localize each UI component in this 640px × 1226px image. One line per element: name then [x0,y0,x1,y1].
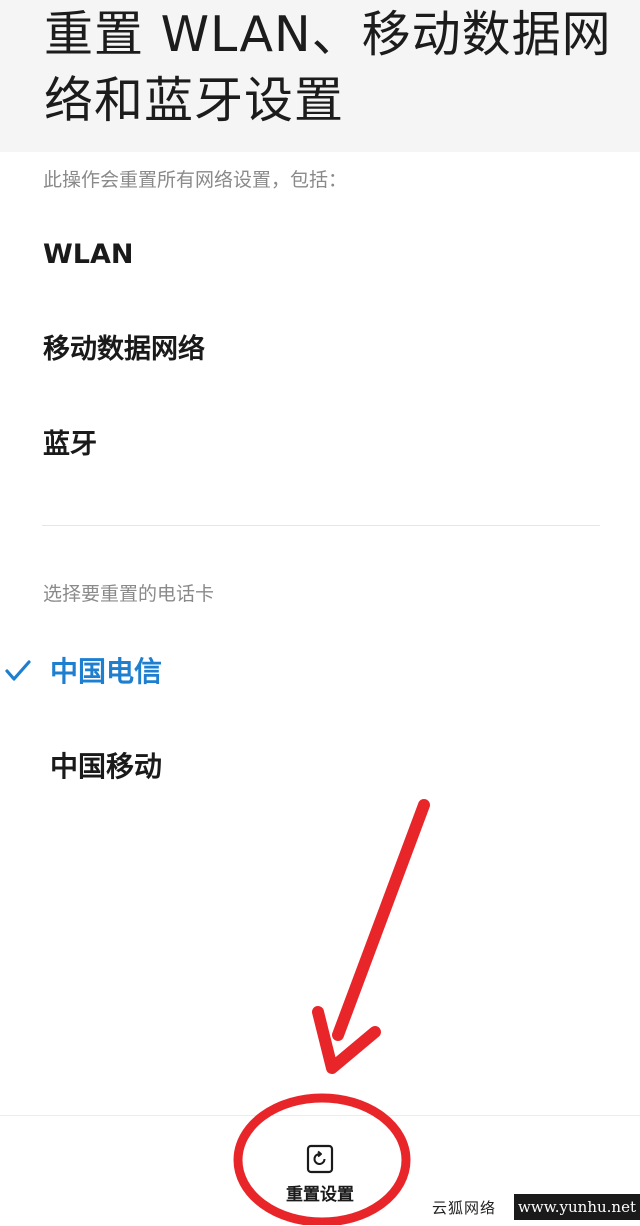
reset-icon [306,1144,334,1174]
annotation-arrow [332,799,430,1041]
sim-option-china-mobile[interactable]: 中国移动 [0,738,640,798]
reset-settings-button[interactable]: 重置设置 [270,1144,370,1214]
sim-option-label: 中国电信 [50,655,163,688]
watermark: 云狐网络 www.yunhu.net [430,1191,640,1225]
watermark-site-name: 云狐网络 [432,1199,497,1217]
reset-item-bluetooth: 蓝牙 [43,429,97,460]
reset-item-mobile-data: 移动数据网络 [43,334,205,365]
checkmark-icon [5,660,31,681]
annotation-arrowhead [312,1006,381,1074]
watermark-url: www.yunhu.net [514,1194,640,1220]
sim-select-hint: 选择要重置的电话卡 [43,583,215,605]
header: 重置 WLAN、移动数据网络和蓝牙设置 [0,0,640,152]
divider [42,525,600,526]
reset-item-wlan: WLAN [43,239,134,270]
reset-scope-hint: 此操作会重置所有网络设置，包括： [43,169,348,191]
sim-option-china-telecom[interactable]: 中国电信 [0,643,640,703]
reset-settings-label: 重置设置 [286,1185,354,1205]
page-title: 重置 WLAN、移动数据网络和蓝牙设置 [44,6,612,129]
sim-option-label: 中国移动 [50,750,163,783]
